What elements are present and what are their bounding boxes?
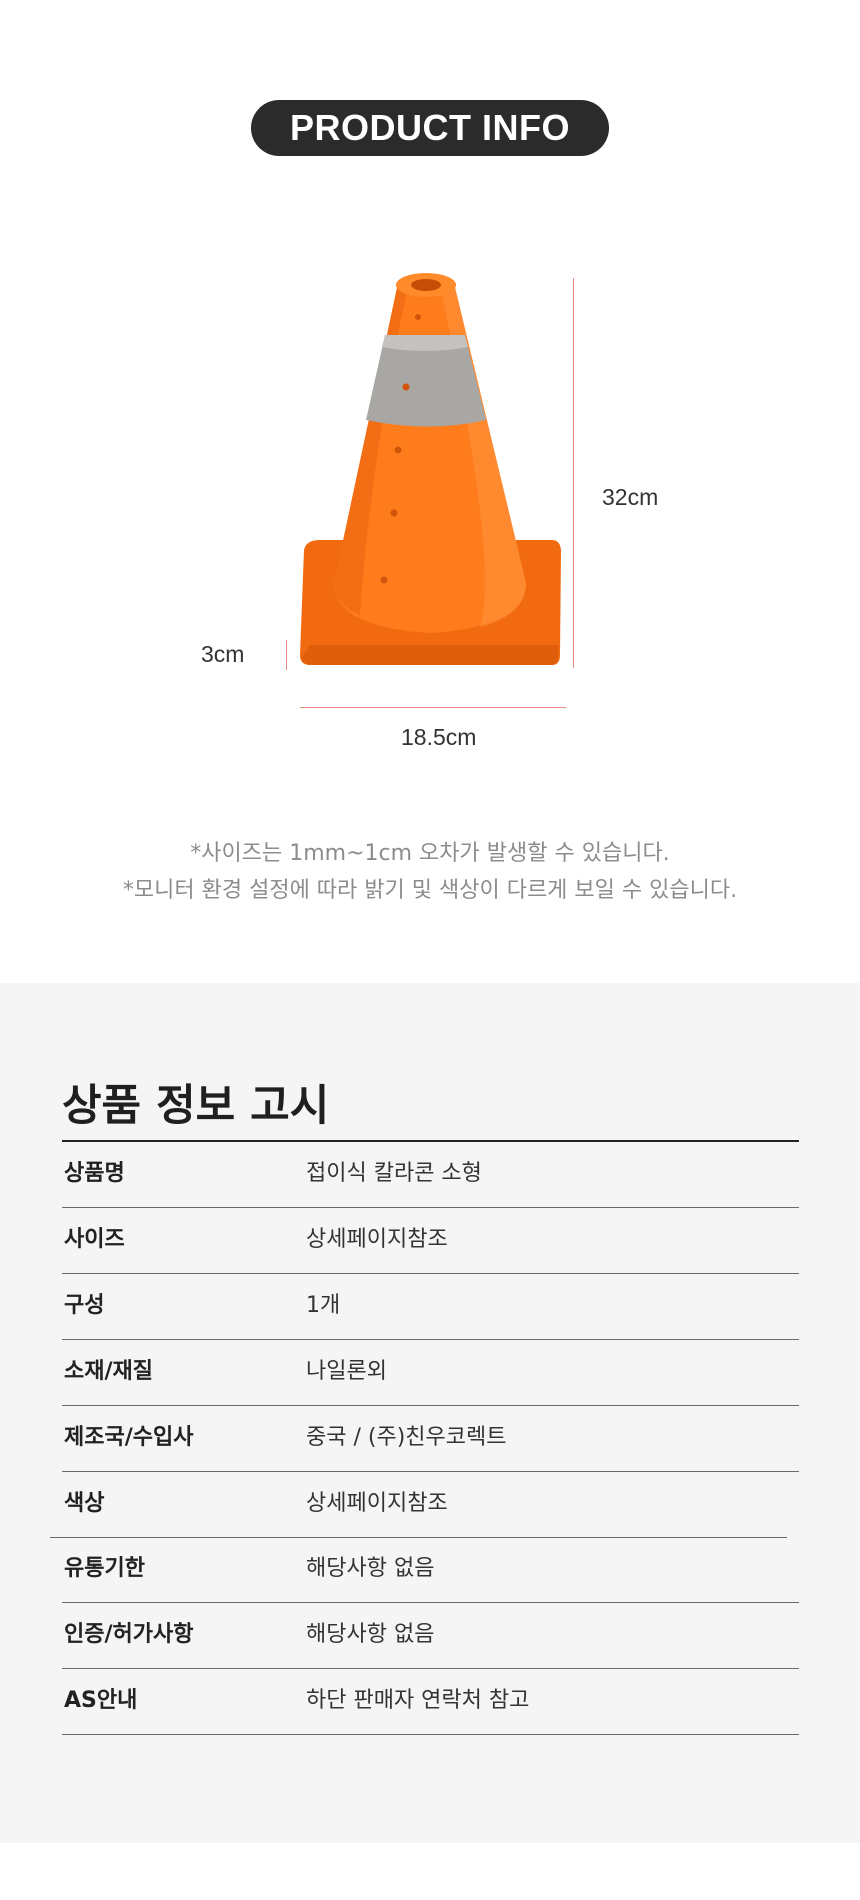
row-value: 상세페이지참조	[306, 1491, 448, 1516]
notice-title: 상품 정보 고시	[62, 1081, 330, 1131]
row-key: 소재/재질	[64, 1359, 153, 1384]
table-row: 제조국/수입사 중국 / (주)친우코렉트	[62, 1406, 799, 1472]
row-value: 접이식 칼라콘 소형	[306, 1161, 482, 1186]
table-row: 사이즈 상세페이지참조	[62, 1208, 799, 1274]
row-key: 색상	[64, 1491, 105, 1516]
product-info-section: PRODUCT INFO 32cm 3cm 18.5cm *사이즈는 1mm~1…	[0, 0, 860, 983]
note-line: *모니터 환경 설정에 따라 밝기 및 색상이 다르게 보일 수 있습니다.	[122, 878, 738, 903]
row-value: 해당사항 없음	[306, 1622, 435, 1647]
row-key: 유통기한	[64, 1556, 145, 1581]
base-height-dimension-label: 3cm	[201, 641, 245, 667]
row-key: 상품명	[64, 1161, 125, 1186]
table-row: 소재/재질 나일론외	[62, 1340, 799, 1406]
traffic-cone-image	[300, 273, 561, 665]
row-key: 구성	[64, 1293, 105, 1318]
base-height-dimension-line	[286, 640, 287, 670]
width-dimension-label: 18.5cm	[401, 724, 477, 750]
width-dimension-line	[300, 707, 566, 708]
table-row: AS안내 하단 판매자 연락처 참고	[62, 1669, 799, 1735]
table-row: 색상 상세페이지참조	[50, 1472, 799, 1538]
disclaimer-notes: *사이즈는 1mm~1cm 오차가 발생할 수 있습니다. *모니터 환경 설정…	[0, 835, 860, 909]
table-row: 상품명 접이식 칼라콘 소형	[62, 1142, 799, 1208]
table-row: 인증/허가사항 해당사항 없음	[62, 1603, 799, 1669]
row-key: 제조국/수입사	[64, 1425, 194, 1450]
row-key: 인증/허가사항	[64, 1622, 194, 1647]
row-key: 사이즈	[64, 1227, 125, 1252]
table-row: 구성 1개	[62, 1274, 799, 1340]
row-value: 상세페이지참조	[306, 1227, 448, 1252]
row-value: 해당사항 없음	[306, 1556, 435, 1581]
height-dimension-line	[573, 278, 574, 668]
product-info-badge: PRODUCT INFO	[251, 100, 609, 156]
row-value: 하단 판매자 연락처 참고	[306, 1688, 530, 1713]
row-value: 1개	[306, 1293, 341, 1318]
notice-table: 상품명 접이식 칼라콘 소형 사이즈 상세페이지참조 구성 1개 소재/재질 나…	[50, 1140, 799, 1735]
note-line: *사이즈는 1mm~1cm 오차가 발생할 수 있습니다.	[190, 841, 670, 866]
table-row: 유통기한 해당사항 없음	[62, 1537, 799, 1603]
product-notice-section: 상품 정보 고시 상품명 접이식 칼라콘 소형 사이즈 상세페이지참조 구성 1…	[0, 983, 860, 1843]
row-value: 나일론외	[306, 1359, 387, 1384]
row-value: 중국 / (주)친우코렉트	[306, 1425, 507, 1450]
height-dimension-label: 32cm	[602, 484, 659, 510]
row-key: AS안내	[64, 1688, 138, 1713]
